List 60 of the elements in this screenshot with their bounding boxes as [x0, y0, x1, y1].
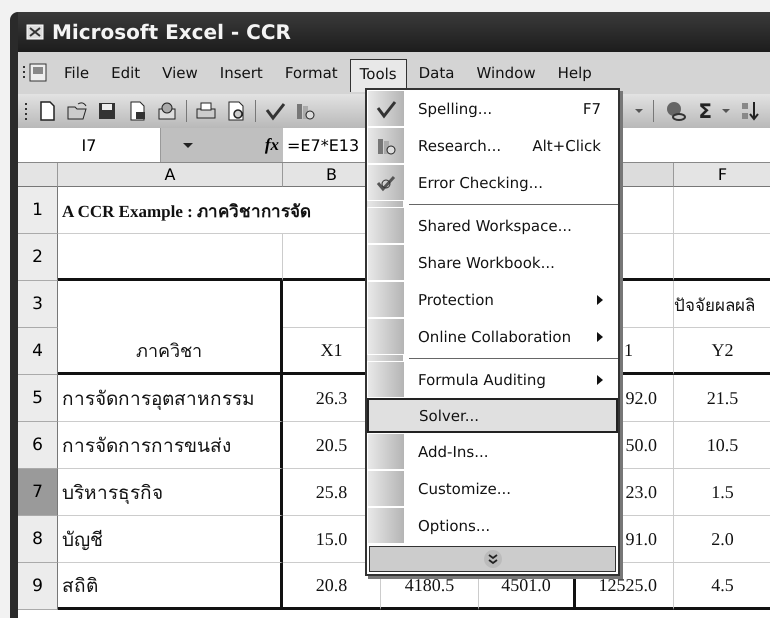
table-cell[interactable]: บัญชี — [58, 516, 283, 563]
row-header[interactable]: 8 — [18, 516, 58, 563]
table-cell[interactable]: 2.0 — [674, 516, 770, 563]
table-cell[interactable]: การจัดการการขนส่ง — [58, 422, 283, 469]
menu-item[interactable]: Format — [274, 58, 348, 88]
submenu-arrow-icon — [597, 294, 603, 304]
menu-item[interactable]: Protection — [367, 281, 618, 318]
window-title: Microsoft Excel - CCR — [52, 20, 291, 44]
envelope-icon[interactable] — [156, 100, 178, 122]
menu-item[interactable]: Research... Alt+Click — [367, 127, 618, 164]
spelling-check-icon[interactable] — [264, 100, 286, 122]
table-cell[interactable]: ภาควิชา — [58, 328, 283, 375]
menu-item[interactable]: Shared Workspace... — [367, 207, 618, 244]
row-header[interactable]: 4 — [18, 328, 58, 375]
function-button[interactable]: fx — [264, 135, 279, 155]
dropdown-arrow-icon[interactable] — [183, 142, 193, 148]
menu-item[interactable]: Tools — [350, 58, 407, 92]
expand-menu-bar[interactable] — [369, 546, 616, 572]
folder-icon[interactable] — [66, 100, 88, 122]
table-cell[interactable]: Y2 — [674, 328, 770, 375]
table-cell[interactable]: สถิติ — [58, 563, 283, 610]
globe-link-icon[interactable] — [664, 100, 688, 122]
row-header[interactable]: 2 — [18, 234, 58, 281]
double-chevron-icon — [482, 549, 502, 569]
table-cell[interactable]: การจัดการอุตสาหกรรม — [58, 375, 283, 422]
menu-item[interactable]: Share Workbook... — [367, 244, 618, 281]
row-header[interactable]: 5 — [18, 375, 58, 422]
menu-item[interactable]: Window — [466, 58, 546, 88]
autosum-button[interactable]: Σ — [698, 99, 712, 123]
menu-item[interactable]: Insert — [210, 58, 273, 88]
table-cell[interactable]: ปัจจัยผลผลิ — [674, 281, 770, 328]
menu-item[interactable]: Solver... — [367, 398, 618, 433]
menu-item[interactable]: Data — [408, 58, 464, 88]
row-header[interactable]: 7 — [18, 469, 58, 516]
row-header[interactable]: 1 — [18, 187, 58, 234]
table-cell[interactable]: บริหารธุรกิจ — [58, 469, 283, 516]
column-header[interactable]: A — [58, 163, 283, 187]
sort-ascending-icon[interactable] — [740, 100, 760, 122]
menu-item[interactable]: Help — [548, 58, 602, 88]
menu-item[interactable]: File — [54, 58, 100, 88]
menu-item[interactable]: Spelling... F7 — [367, 90, 618, 127]
save-icon[interactable] — [96, 100, 118, 122]
menu-item[interactable]: Edit — [101, 58, 150, 88]
row-header[interactable]: 9 — [18, 563, 58, 610]
grip-icon — [24, 101, 28, 121]
row-header[interactable]: 6 — [18, 422, 58, 469]
table-cell[interactable]: 4.5 — [674, 563, 770, 610]
table-cell[interactable]: 10.5 — [674, 422, 770, 469]
select-all-corner[interactable] — [18, 163, 58, 187]
dropdown-arrow-icon[interactable] — [635, 108, 644, 114]
excel-icon — [26, 24, 44, 40]
menu-item[interactable]: View — [152, 58, 208, 88]
table-cell[interactable]: 1.5 — [674, 469, 770, 516]
menu-item[interactable]: Formula Auditing — [367, 361, 618, 398]
dropdown-arrow-icon[interactable] — [722, 108, 730, 114]
table-cell[interactable]: 21.5 — [674, 375, 770, 422]
submenu-arrow-icon — [597, 332, 603, 342]
submenu-arrow-icon — [597, 374, 603, 384]
row-header[interactable]: 3 — [18, 281, 58, 328]
column-header[interactable]: F — [674, 163, 770, 187]
